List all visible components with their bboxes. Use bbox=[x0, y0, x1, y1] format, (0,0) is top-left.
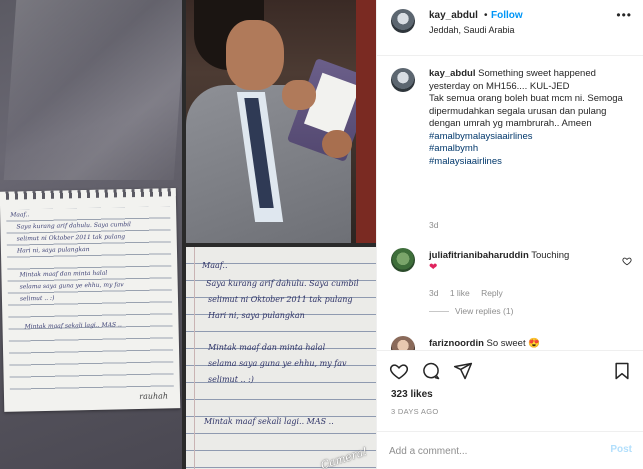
more-options-icon[interactable]: ••• bbox=[616, 8, 632, 22]
note-line: selimut .. :) bbox=[208, 375, 254, 384]
note-line: selimut ni Oktober 2011 tak pulang bbox=[208, 295, 353, 304]
note-line: Saya kurang arif dahulu. Saya cumbil bbox=[206, 279, 359, 288]
comment-likes[interactable]: 1 like bbox=[450, 288, 470, 298]
bookmark-icon[interactable] bbox=[612, 361, 632, 381]
reply-button[interactable]: Reply bbox=[481, 288, 503, 298]
separator-dot: • bbox=[484, 10, 488, 21]
post-comment-button[interactable]: Post bbox=[610, 444, 632, 455]
comment-meta: 3d 1 like Reply bbox=[429, 288, 512, 298]
comment-input[interactable] bbox=[389, 443, 589, 459]
post-header: kay_abdul • Follow Jeddah, Saudi Arabia … bbox=[377, 0, 643, 56]
view-replies-button[interactable]: View replies (1) bbox=[429, 306, 513, 316]
photo-pilot-holding-blanket bbox=[186, 0, 376, 243]
comment-text: fariznoordin So sweet 😍 bbox=[429, 338, 609, 350]
add-comment-section: Post bbox=[377, 431, 643, 469]
note-line: selama saya guna ye ehhu, my fav bbox=[208, 359, 347, 368]
heart-icon[interactable] bbox=[389, 361, 409, 381]
comment-text: juliafitrianibaharuddin Touching ❤ bbox=[429, 250, 609, 274]
share-icon[interactable] bbox=[453, 361, 473, 381]
commenter-username[interactable]: juliafitrianibaharuddin bbox=[429, 250, 529, 261]
note-line: Maaf.. bbox=[202, 261, 228, 270]
caption-avatar[interactable] bbox=[391, 68, 415, 92]
handwritten-note-small: Maaf.. Saya kurang arif dahulu. Saya cum… bbox=[0, 188, 181, 412]
view-replies-label: View replies (1) bbox=[455, 306, 514, 316]
comment-age: 3d bbox=[429, 288, 439, 298]
caption-line: Tak semua orang boleh buat mcm ni. Semog… bbox=[429, 93, 623, 129]
photo-wrapped-blanket: Maaf.. Saya kurang arif dahulu. Saya cum… bbox=[0, 0, 182, 469]
note-line: Mintak maaf dan minta halal bbox=[208, 343, 326, 352]
caption-username[interactable]: kay_abdul bbox=[429, 68, 475, 79]
comment-body: So sweet bbox=[486, 338, 526, 349]
post-timestamp[interactable]: 3 DAYS AGO bbox=[391, 407, 438, 416]
heart-emoji: ❤ bbox=[429, 262, 438, 273]
caption-age: 3d bbox=[429, 220, 439, 230]
hashtag-link[interactable]: #amalbymalaysiaairlines bbox=[429, 131, 629, 144]
follow-button[interactable]: Follow bbox=[491, 10, 523, 21]
post-side-panel: kay_abdul • Follow Jeddah, Saudi Arabia … bbox=[376, 0, 643, 469]
caption-text: kay_abdul Something sweet happened yeste… bbox=[429, 68, 629, 168]
commenter-username[interactable]: fariznoordin bbox=[429, 338, 484, 349]
author-username[interactable]: kay_abdul bbox=[429, 10, 478, 21]
hashtag-link[interactable]: #amalbymh bbox=[429, 143, 629, 156]
smile-emoji: 😍 bbox=[528, 338, 541, 349]
note-line: Mintak maaf sekali lagi.. MAS .. bbox=[204, 417, 334, 426]
comment-item: fariznoordin So sweet 😍 bbox=[377, 336, 643, 350]
author-avatar[interactable] bbox=[391, 9, 415, 33]
post-location[interactable]: Jeddah, Saudi Arabia bbox=[429, 25, 515, 35]
hashtag-link[interactable]: #malaysiaairlines bbox=[429, 156, 629, 169]
comment-body: Touching bbox=[531, 250, 570, 261]
like-count[interactable]: 323 likes bbox=[391, 389, 433, 400]
small-heart-icon[interactable] bbox=[622, 256, 632, 268]
action-bar: 323 likes 3 DAYS AGO Post bbox=[377, 350, 643, 469]
note-line: Hari ni, saya pulangkan bbox=[208, 311, 305, 320]
post-media[interactable]: Maaf.. Saya kurang arif dahulu. Saya cum… bbox=[0, 0, 376, 469]
photo-note-closeup: Maaf.. Saya kurang arif dahulu. Saya cum… bbox=[186, 247, 376, 469]
note-brand: rauhah bbox=[139, 391, 169, 401]
plastic-wrap bbox=[3, 0, 182, 180]
commenter-avatar[interactable] bbox=[391, 248, 415, 272]
note-line: Maaf.. bbox=[10, 211, 30, 219]
note-line: selimut .. :) bbox=[19, 294, 55, 303]
comment-icon[interactable] bbox=[421, 361, 441, 381]
commenter-avatar[interactable] bbox=[391, 336, 415, 350]
